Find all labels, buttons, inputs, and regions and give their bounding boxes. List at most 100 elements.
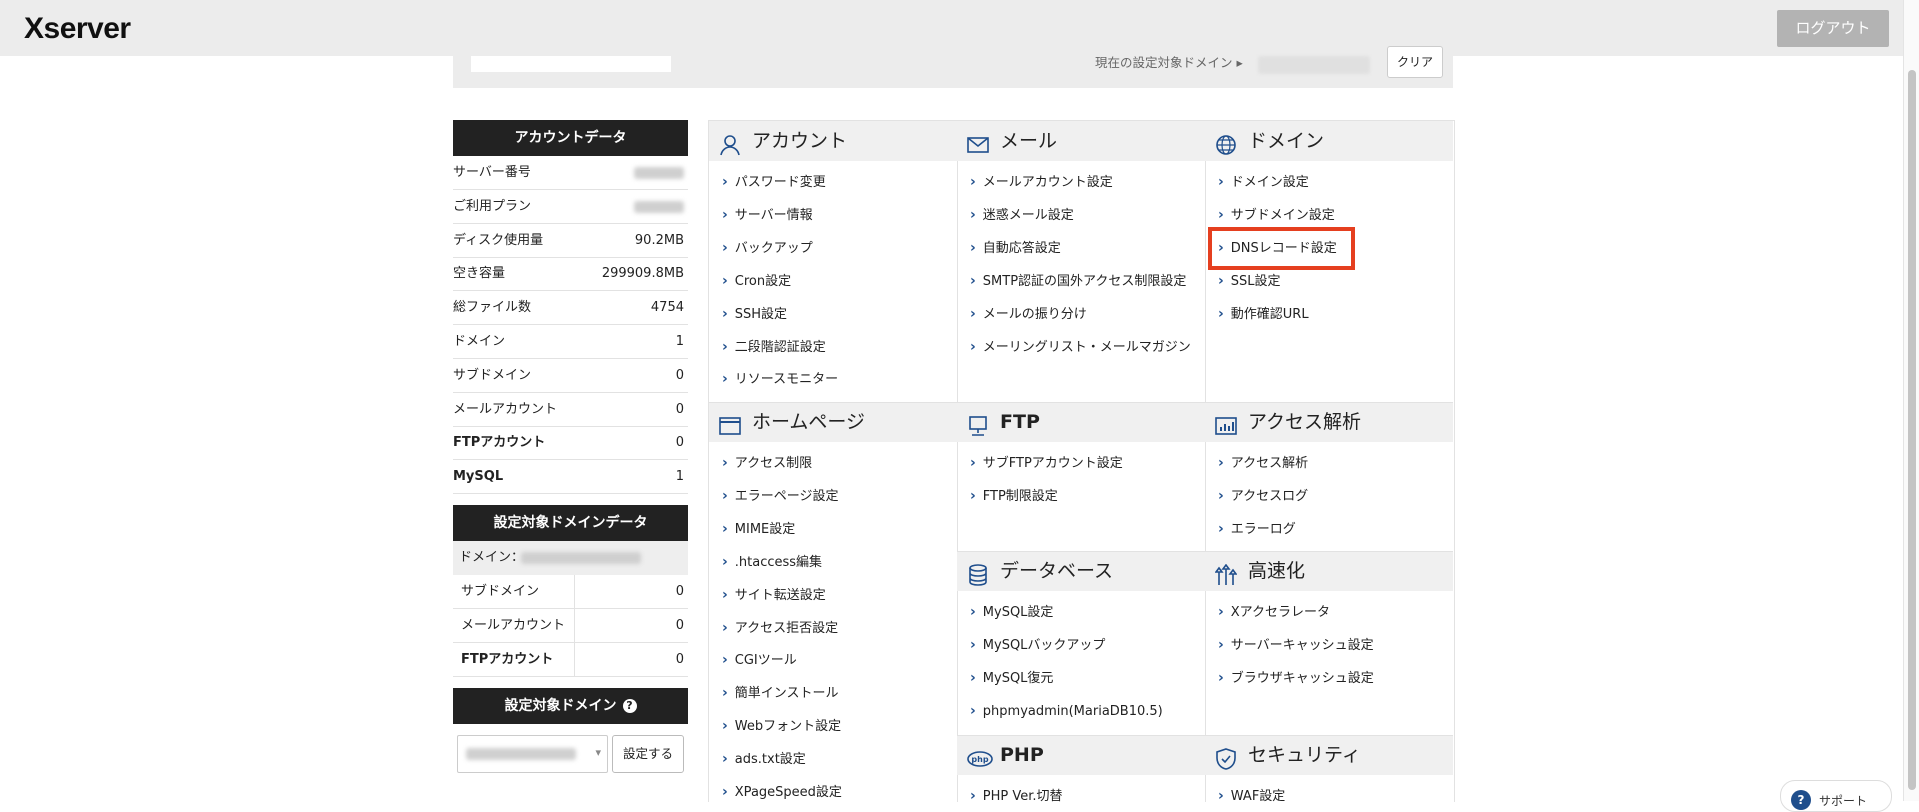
account-data-row: FTPアカウント 0 bbox=[453, 426, 688, 461]
account-data-row: 空き容量 299909.8MB bbox=[453, 257, 688, 292]
clear-button[interactable]: クリア bbox=[1387, 46, 1443, 78]
menu-grid: アカウントパスワード変更サーバー情報バックアップ Cron設定 SSH設定二段階認証… bbox=[708, 120, 1455, 805]
menu-item-homepage[interactable]: .htaccess編集 bbox=[722, 554, 822, 571]
account-data-label: 総ファイル数 bbox=[453, 300, 532, 316]
domain-data-label: メールアカウント bbox=[461, 618, 566, 633]
domain-data-value: 0 bbox=[675, 584, 684, 599]
section-header-security: セキュリティ bbox=[1205, 735, 1453, 775]
menu-item-speed[interactable]: サーバーキャッシュ設定 bbox=[1218, 637, 1374, 654]
menu-item-homepage[interactable]: アクセス制限 bbox=[722, 455, 812, 472]
menu-item-domain[interactable]: SSL設定 bbox=[1218, 273, 1281, 290]
target-domain-header: 設定対象ドメイン? bbox=[453, 688, 688, 724]
section-divider bbox=[957, 735, 1205, 736]
domain-selector-bar: 現在の設定対象ドメイン ▸ クリア bbox=[453, 46, 1453, 88]
mail-icon bbox=[967, 130, 989, 153]
monitor-icon bbox=[967, 411, 989, 436]
menu-item-database[interactable]: MySQLバックアップ bbox=[970, 637, 1106, 654]
set-domain-button[interactable]: 設定する bbox=[612, 735, 684, 773]
menu-item-account[interactable]: パスワード変更 bbox=[722, 174, 826, 191]
topbar-field bbox=[471, 56, 671, 72]
database-icon bbox=[967, 560, 989, 586]
menu-item-homepage[interactable]: 簡単インストール bbox=[722, 685, 839, 702]
menu-item-homepage[interactable]: XPageSpeed設定 bbox=[722, 784, 842, 801]
window-icon bbox=[719, 411, 741, 435]
scrollbar[interactable] bbox=[1903, 0, 1919, 801]
menu-item-homepage[interactable]: エラーページ設定 bbox=[722, 488, 839, 505]
section-title: データベース bbox=[1000, 560, 1114, 582]
account-data-row: ディスク使用量 90.2MB bbox=[453, 224, 688, 258]
menu-item-homepage[interactable]: ads.txt設定 bbox=[722, 751, 806, 768]
section-divider bbox=[957, 551, 1205, 552]
section-header-analytics: アクセス解析 bbox=[1205, 402, 1453, 442]
section-title: ドメイン bbox=[1248, 130, 1325, 152]
menu-item-homepage[interactable]: アクセス拒否設定 bbox=[722, 620, 838, 637]
domain-data-row: FTPアカウント 0 bbox=[453, 643, 688, 677]
section-header-database: データベース bbox=[957, 551, 1205, 591]
logout-button[interactable]: ログアウト bbox=[1777, 10, 1889, 47]
menu-item-domain[interactable]: ドメイン設定 bbox=[1218, 174, 1309, 191]
target-domain-select[interactable]: ▾ bbox=[457, 735, 608, 773]
menu-item-homepage[interactable]: Webフォント設定 bbox=[722, 718, 841, 735]
menu-item-speed[interactable]: Xアクセラレータ bbox=[1218, 604, 1330, 621]
menu-item-ftp[interactable]: FTP制限設定 bbox=[970, 488, 1058, 505]
domain-data-value: 0 bbox=[675, 652, 684, 667]
menu-item-analytics[interactable]: アクセスログ bbox=[1218, 488, 1308, 505]
menu-item-mail[interactable]: SMTP認証の国外アクセス制限設定 bbox=[970, 273, 1187, 290]
section-title: メール bbox=[1000, 130, 1058, 152]
menu-item-mail[interactable]: メーリングリスト・メールマガジン bbox=[970, 339, 1191, 356]
xserver-logo[interactable]: Xserver bbox=[24, 12, 131, 46]
menu-item-ftp[interactable]: サブFTPアカウント設定 bbox=[970, 455, 1123, 472]
menu-item-homepage[interactable]: CGIツール bbox=[722, 652, 797, 669]
menu-item-account[interactable]: SSH設定 bbox=[722, 306, 787, 323]
menu-item-mail[interactable]: 自動応答設定 bbox=[970, 240, 1061, 257]
menu-item-account[interactable]: サーバー情報 bbox=[722, 207, 813, 224]
menu-item-analytics[interactable]: アクセス解析 bbox=[1218, 455, 1308, 472]
domain-data-domain-label: ドメイン： bbox=[459, 550, 525, 565]
account-data-value: 90.2MB bbox=[634, 232, 684, 248]
account-data-row: サブドメイン 0 bbox=[453, 359, 688, 393]
user-icon bbox=[719, 130, 741, 156]
menu-item-php[interactable]: PHP Ver.切替 bbox=[970, 788, 1063, 805]
menu-item-mail[interactable]: メールアカウント設定 bbox=[970, 174, 1113, 191]
menu-item-database[interactable]: phpmyadmin(MariaDB10.5) bbox=[970, 703, 1163, 720]
account-data-label: サーバー番号 bbox=[453, 165, 531, 180]
help-icon[interactable]: ? bbox=[622, 699, 637, 713]
target-domain-select-value bbox=[466, 748, 576, 760]
column-divider bbox=[1205, 121, 1206, 802]
menu-item-mail[interactable]: 迷惑メール設定 bbox=[970, 207, 1074, 224]
menu-item-speed[interactable]: ブラウザキャッシュ設定 bbox=[1218, 670, 1374, 687]
scrollbar-thumb[interactable] bbox=[1908, 70, 1916, 790]
account-data-value: 1 bbox=[675, 334, 684, 349]
menu-item-account[interactable]: Cron設定 bbox=[722, 273, 791, 290]
account-data-value: 4754 bbox=[650, 300, 684, 316]
redacted-value bbox=[634, 200, 684, 213]
menu-item-account[interactable]: バックアップ bbox=[722, 240, 813, 257]
account-data-row: 総ファイル数 4754 bbox=[453, 291, 688, 326]
current-domain-label: 現在の設定対象ドメイン ▸ bbox=[1095, 55, 1243, 70]
section-divider bbox=[1205, 735, 1453, 736]
menu-item-homepage[interactable]: MIME設定 bbox=[722, 521, 795, 538]
menu-item-homepage[interactable]: サイト転送設定 bbox=[722, 587, 826, 604]
menu-item-account[interactable]: リソースモニター bbox=[722, 371, 838, 388]
menu-item-database[interactable]: MySQL設定 bbox=[970, 604, 1054, 621]
menu-item-security[interactable]: WAF設定 bbox=[1218, 788, 1286, 805]
account-data-label: ディスク使用量 bbox=[453, 232, 544, 248]
menu-item-domain[interactable]: 動作確認URL bbox=[1218, 306, 1309, 323]
account-data-row: メールアカウント 0 bbox=[453, 393, 688, 427]
account-data-label: MySQL bbox=[453, 469, 504, 485]
menu-item-database[interactable]: MySQL復元 bbox=[970, 670, 1054, 687]
domain-data-domain-value bbox=[521, 552, 641, 564]
support-button[interactable]: ? サポート bbox=[1780, 780, 1892, 812]
domain-data-row: サブドメイン 0 bbox=[453, 575, 688, 609]
account-data-label: サブドメイン bbox=[453, 367, 532, 383]
account-data-value: 299909.8MB bbox=[601, 266, 684, 282]
menu-item-account[interactable]: 二段階認証設定 bbox=[722, 339, 826, 356]
section-divider bbox=[1205, 551, 1453, 552]
account-data-value bbox=[634, 156, 684, 192]
account-data-label: 空き容量 bbox=[453, 266, 506, 282]
account-data-label: ドメイン bbox=[453, 334, 506, 349]
section-header-domain: ドメイン bbox=[1205, 121, 1453, 161]
menu-item-analytics[interactable]: エラーログ bbox=[1218, 521, 1296, 538]
menu-item-domain[interactable]: サブドメイン設定 bbox=[1218, 207, 1335, 224]
menu-item-mail[interactable]: メールの振り分け bbox=[970, 306, 1087, 323]
